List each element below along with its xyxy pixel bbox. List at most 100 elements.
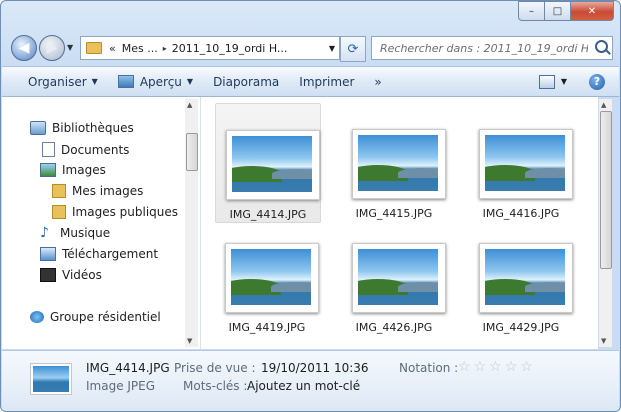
sidebar-item-label: Bibliothèques (52, 121, 134, 135)
library-icon (30, 121, 46, 135)
image-thumbnail (226, 130, 320, 200)
content-scrollbar[interactable]: ▲ ▼ (599, 99, 612, 347)
film-icon (40, 268, 56, 282)
sidebar-item-images[interactable]: Images (40, 163, 106, 177)
more-commands-button[interactable]: » (364, 75, 391, 89)
music-note-icon: ♪ (40, 225, 49, 241)
sidebar-item-label: Images publiques (72, 205, 179, 219)
sidebar-item-label: Vidéos (62, 268, 102, 282)
organize-button[interactable]: Organiser ▼ (16, 75, 108, 89)
star-icon[interactable]: ☆ (505, 359, 518, 375)
file-tile[interactable]: IMG_4414.JPG (215, 103, 321, 223)
file-list: IMG_4414.JPG IMG_4415.JPG IMG_4416.JPG I… (201, 97, 598, 349)
details-date-label: Prise de vue : (174, 361, 256, 375)
view-options-icon[interactable] (538, 74, 555, 89)
organize-label: Organiser (28, 74, 87, 89)
folder-icon (52, 184, 66, 198)
sidebar-item-label: Téléchargement (62, 247, 159, 261)
selected-image-thumbnail (30, 363, 72, 395)
arrow-right-icon: ▶ (46, 40, 58, 56)
refresh-button[interactable]: ⟳ (340, 36, 366, 62)
details-rating-label: Notation : (399, 361, 459, 375)
back-button[interactable]: ◀ (11, 35, 37, 61)
window-controls: – □ ✕ (518, 1, 614, 21)
preview-button[interactable]: Aperçu ▼ (108, 75, 203, 89)
image-thumbnail (225, 243, 319, 313)
scroll-down-icon[interactable]: ▼ (187, 337, 192, 345)
command-bar: Organiser ▼ Aperçu ▼ Diaporama Imprimer » … (2, 66, 619, 97)
sidebar-item-homegroup[interactable]: Groupe résidentiel (30, 310, 161, 324)
file-name: IMG_4419.JPG (228, 321, 306, 334)
download-icon (40, 247, 56, 261)
sidebar-item-label: Documents (61, 142, 130, 157)
sidebar-item-downloads[interactable]: Téléchargement (40, 247, 158, 261)
file-tile[interactable]: IMG_4429.JPG (469, 217, 573, 335)
details-pane: IMG_4414.JPG Image JPEG Prise de vue : 1… (2, 350, 619, 411)
sidebar-item-label: Mes images (72, 184, 144, 198)
content-scroll-thumb[interactable] (600, 111, 612, 269)
image-thumbnail (479, 243, 573, 313)
scroll-up-icon[interactable]: ▲ (187, 101, 192, 109)
file-tile[interactable]: IMG_4419.JPG (215, 217, 319, 335)
help-button[interactable]: ? (589, 73, 605, 90)
history-dropdown-icon[interactable]: ▼ (67, 43, 73, 52)
star-icon[interactable]: ☆ (458, 359, 471, 375)
picture-icon (117, 75, 134, 88)
homegroup-icon (30, 311, 44, 323)
details-date-value[interactable]: 19/10/2011 10:36 (261, 361, 369, 375)
sidebar-item-my-images[interactable]: Mes images (52, 184, 143, 198)
sidebar-item-documents[interactable]: Documents (42, 142, 129, 157)
rating-stars[interactable]: ☆ ☆ ☆ ☆ ☆ (458, 359, 536, 375)
search-icon[interactable] (595, 40, 608, 53)
image-thumbnail (352, 243, 446, 313)
refresh-icon: ⟳ (347, 41, 359, 57)
sidebar-item-label: Musique (60, 226, 111, 240)
document-icon (42, 142, 55, 157)
sidebar-item-videos[interactable]: Vidéos (40, 268, 102, 282)
navigation-pane: Bibliothèques Documents Images Mes image… (2, 97, 201, 349)
explorer-window: – □ ✕ ◀ ▶ ▼ « Mes ... ▸ 2011_10_19_ordi … (0, 0, 621, 412)
forward-button[interactable]: ▶ (39, 35, 65, 61)
print-button[interactable]: Imprimer (289, 75, 364, 89)
search-placeholder: Rechercher dans : 2011_10_19_ordi HP... (380, 41, 588, 55)
close-button[interactable]: ✕ (571, 1, 614, 21)
breadcrumb-separator-icon[interactable]: ▸ (163, 44, 167, 53)
chevron-down-icon: ▼ (91, 77, 98, 86)
address-dropdown-icon[interactable]: ▼ (329, 44, 335, 53)
sidebar-item-label: Groupe résidentiel (50, 310, 161, 324)
breadcrumb-my-images[interactable]: Mes ... (122, 42, 158, 55)
view-dropdown-icon[interactable]: ▼ (561, 77, 567, 86)
file-tile[interactable]: IMG_4426.JPG (342, 217, 446, 335)
star-icon[interactable]: ☆ (520, 359, 533, 375)
sidebar-item-libraries[interactable]: Bibliothèques (30, 121, 134, 135)
sidebar-item-music[interactable]: ♪ Musique (40, 226, 110, 240)
slideshow-button[interactable]: Diaporama (203, 75, 289, 89)
details-filetype: Image JPEG (86, 379, 156, 393)
details-tags-value[interactable]: Ajoutez un mot-clé (247, 379, 360, 393)
search-input[interactable]: Rechercher dans : 2011_10_19_ordi HP... (371, 36, 613, 60)
breadcrumb-current-folder[interactable]: 2011_10_19_ordi H... (172, 42, 288, 55)
scroll-down-icon[interactable]: ▼ (601, 337, 606, 345)
image-thumbnail (479, 129, 573, 199)
folder-icon (86, 42, 102, 54)
file-tile[interactable]: IMG_4415.JPG (342, 103, 446, 221)
sidebar-scrollbar[interactable]: ▲ ▼ (185, 99, 198, 347)
star-icon[interactable]: ☆ (474, 359, 487, 375)
star-icon[interactable]: ☆ (489, 359, 502, 375)
sidebar-scroll-thumb[interactable] (186, 133, 198, 171)
preview-label: Aperçu (139, 74, 182, 89)
scroll-up-icon[interactable]: ▲ (601, 101, 606, 109)
address-bar[interactable]: « Mes ... ▸ 2011_10_19_ordi H... ▼ (80, 36, 340, 60)
file-tile[interactable]: IMG_4416.JPG (469, 103, 573, 221)
image-thumbnail (352, 129, 446, 199)
arrow-left-icon: ◀ (18, 40, 30, 56)
maximize-button[interactable]: □ (545, 1, 571, 21)
chevron-down-icon: ▼ (186, 77, 194, 86)
address-overflow[interactable]: « (109, 42, 116, 55)
details-tags-label: Mots-clés : (183, 379, 248, 393)
file-name: IMG_4426.JPG (355, 321, 433, 334)
minimize-button[interactable]: – (518, 1, 545, 21)
sidebar-item-public-images[interactable]: Images publiques (52, 205, 178, 219)
images-icon (40, 163, 56, 177)
details-filename: IMG_4414.JPG (86, 361, 170, 375)
